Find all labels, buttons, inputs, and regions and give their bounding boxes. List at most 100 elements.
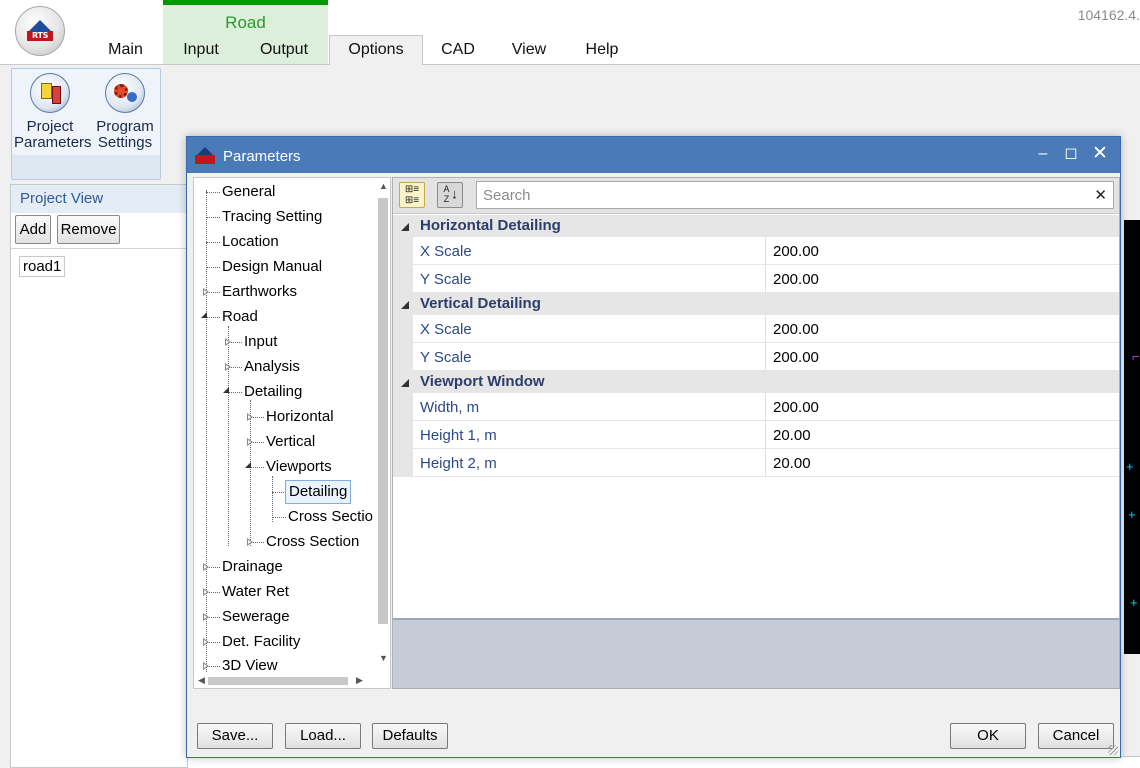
- expand-icon[interactable]: [225, 338, 232, 347]
- tree-item-water-ret[interactable]: Water Ret: [222, 581, 289, 605]
- parameter-tree[interactable]: General Tracing Setting Location Design …: [193, 177, 391, 689]
- road-context-label: Road: [225, 13, 266, 32]
- tree-item-cross-section[interactable]: Cross Section: [266, 531, 359, 555]
- tree-horizontal-scrollbar[interactable]: ◀ ▶: [194, 672, 375, 688]
- property-row[interactable]: Height 1, m 20.00: [393, 421, 1119, 449]
- expand-icon[interactable]: [203, 588, 210, 597]
- expand-icon[interactable]: [225, 363, 232, 372]
- dialog-titlebar[interactable]: Parameters – ◻ ✕: [187, 137, 1120, 173]
- expand-icon[interactable]: [247, 413, 254, 422]
- expand-icon[interactable]: [247, 538, 254, 547]
- collapse-icon[interactable]: [201, 312, 207, 318]
- category-horizontal-detailing[interactable]: Horizontal Detailing: [393, 215, 1119, 237]
- property-value[interactable]: 200.00: [773, 349, 819, 366]
- property-value[interactable]: 20.00: [773, 455, 811, 472]
- tab-options[interactable]: Options: [329, 35, 423, 65]
- tab-view[interactable]: View: [505, 38, 553, 64]
- defaults-button[interactable]: Defaults: [372, 723, 448, 749]
- collapse-icon[interactable]: [401, 379, 409, 387]
- cad-drawing-view[interactable]: + + + ⌐: [1124, 220, 1140, 654]
- tree-item-analysis[interactable]: Analysis: [244, 356, 300, 380]
- tree-vertical-scrollbar[interactable]: ▲ ▼: [375, 178, 390, 688]
- tree-item-det-facility[interactable]: Det. Facility: [222, 631, 300, 655]
- property-grid-toolbar: ⊞≡⊞≡ AZ↓ ✕: [393, 178, 1119, 214]
- property-value[interactable]: 200.00: [773, 271, 819, 288]
- tree-item-sewerage[interactable]: Sewerage: [222, 606, 290, 630]
- tree-item-viewports[interactable]: Viewports: [266, 456, 332, 480]
- tree-item-vertical[interactable]: Vertical: [266, 431, 315, 455]
- tree-hscroll-thumb[interactable]: [208, 677, 348, 685]
- tree-item-detailing[interactable]: Detailing: [244, 381, 302, 405]
- cancel-button[interactable]: Cancel: [1038, 723, 1114, 749]
- project-parameters-button[interactable]: Project Parameters: [14, 73, 92, 151]
- expand-icon[interactable]: [203, 638, 210, 647]
- tree-item-road[interactable]: Road: [222, 306, 258, 330]
- tree-item-location[interactable]: Location: [222, 231, 279, 255]
- tree-item-horizontal[interactable]: Horizontal: [266, 406, 334, 430]
- collapse-icon[interactable]: [401, 223, 409, 231]
- tab-input[interactable]: Input: [174, 38, 228, 64]
- search-input[interactable]: [477, 182, 1077, 208]
- expand-icon[interactable]: [203, 563, 210, 572]
- logo-text: RTS: [27, 31, 53, 41]
- parameters-dialog: Parameters – ◻ ✕ General Tracing Setting…: [186, 136, 1121, 758]
- collapse-icon[interactable]: [245, 462, 251, 468]
- tree-item-earthworks[interactable]: Earthworks: [222, 281, 297, 305]
- tab-output[interactable]: Output: [251, 38, 317, 64]
- category-vertical-detailing[interactable]: Vertical Detailing: [393, 293, 1119, 315]
- property-row[interactable]: Y Scale 200.00: [393, 265, 1119, 293]
- tree-scroll-thumb[interactable]: [378, 198, 388, 624]
- property-row[interactable]: Height 2, m 20.00: [393, 449, 1119, 477]
- scroll-left-icon[interactable]: ◀: [198, 676, 205, 685]
- tree-item-cross-section-viewport[interactable]: Cross Sectio: [288, 506, 373, 530]
- tab-help[interactable]: Help: [578, 38, 626, 64]
- tab-cad[interactable]: CAD: [436, 38, 480, 64]
- tab-main[interactable]: Main: [98, 38, 153, 64]
- property-row[interactable]: Y Scale 200.00: [393, 343, 1119, 371]
- categorized-view-icon[interactable]: ⊞≡ ⊞≡: [399, 182, 425, 208]
- tree-item-drainage[interactable]: Drainage: [222, 556, 283, 580]
- property-name: X Scale: [420, 243, 472, 260]
- expand-icon[interactable]: [203, 662, 210, 671]
- tree-item-general[interactable]: General: [222, 181, 275, 205]
- property-value[interactable]: 200.00: [773, 399, 819, 416]
- program-settings-button[interactable]: Program Settings: [89, 73, 161, 151]
- scroll-down-icon[interactable]: ▼: [379, 654, 388, 663]
- collapse-icon[interactable]: [223, 387, 229, 393]
- property-row[interactable]: X Scale 200.00: [393, 315, 1119, 343]
- project-list-item[interactable]: road1: [19, 256, 66, 277]
- property-name: Height 2, m: [420, 455, 497, 472]
- tree-item-detailing-viewport[interactable]: Detailing: [285, 480, 352, 504]
- clear-search-icon[interactable]: ✕: [1094, 186, 1107, 204]
- app-logo-button[interactable]: RTS: [15, 6, 65, 56]
- expand-icon[interactable]: [203, 288, 210, 297]
- category-viewport-window[interactable]: Viewport Window: [393, 371, 1119, 393]
- resize-grip-icon[interactable]: [1108, 745, 1118, 755]
- tree-item-tracing-setting[interactable]: Tracing Setting: [222, 206, 322, 230]
- property-row[interactable]: X Scale 200.00: [393, 237, 1119, 265]
- remove-project-button[interactable]: Remove: [57, 215, 120, 244]
- property-row[interactable]: Width, m 200.00: [393, 393, 1119, 421]
- collapse-icon[interactable]: [401, 301, 409, 309]
- ok-button[interactable]: OK: [950, 723, 1026, 749]
- property-name: X Scale: [420, 321, 472, 338]
- add-project-button[interactable]: Add: [15, 215, 51, 244]
- scroll-up-icon[interactable]: ▲: [379, 182, 388, 191]
- tree-item-design-manual[interactable]: Design Manual: [222, 256, 322, 280]
- tree-item-input[interactable]: Input: [244, 331, 277, 355]
- property-value[interactable]: 200.00: [773, 321, 819, 338]
- expand-icon[interactable]: [247, 438, 254, 447]
- close-icon[interactable]: ✕: [1089, 143, 1111, 165]
- load-button[interactable]: Load...: [285, 723, 361, 749]
- property-value[interactable]: 200.00: [773, 243, 819, 260]
- property-value[interactable]: 20.00: [773, 427, 811, 444]
- minimize-icon[interactable]: –: [1032, 143, 1054, 165]
- property-name: Y Scale: [420, 271, 472, 288]
- save-button[interactable]: Save...: [197, 723, 273, 749]
- app-logo-icon: RTS: [27, 20, 53, 42]
- category-label: Vertical Detailing: [420, 295, 541, 312]
- sort-az-icon[interactable]: AZ ↓: [437, 182, 463, 208]
- expand-icon[interactable]: [203, 613, 210, 622]
- scroll-right-icon[interactable]: ▶: [356, 676, 363, 685]
- maximize-icon[interactable]: ◻: [1060, 143, 1082, 165]
